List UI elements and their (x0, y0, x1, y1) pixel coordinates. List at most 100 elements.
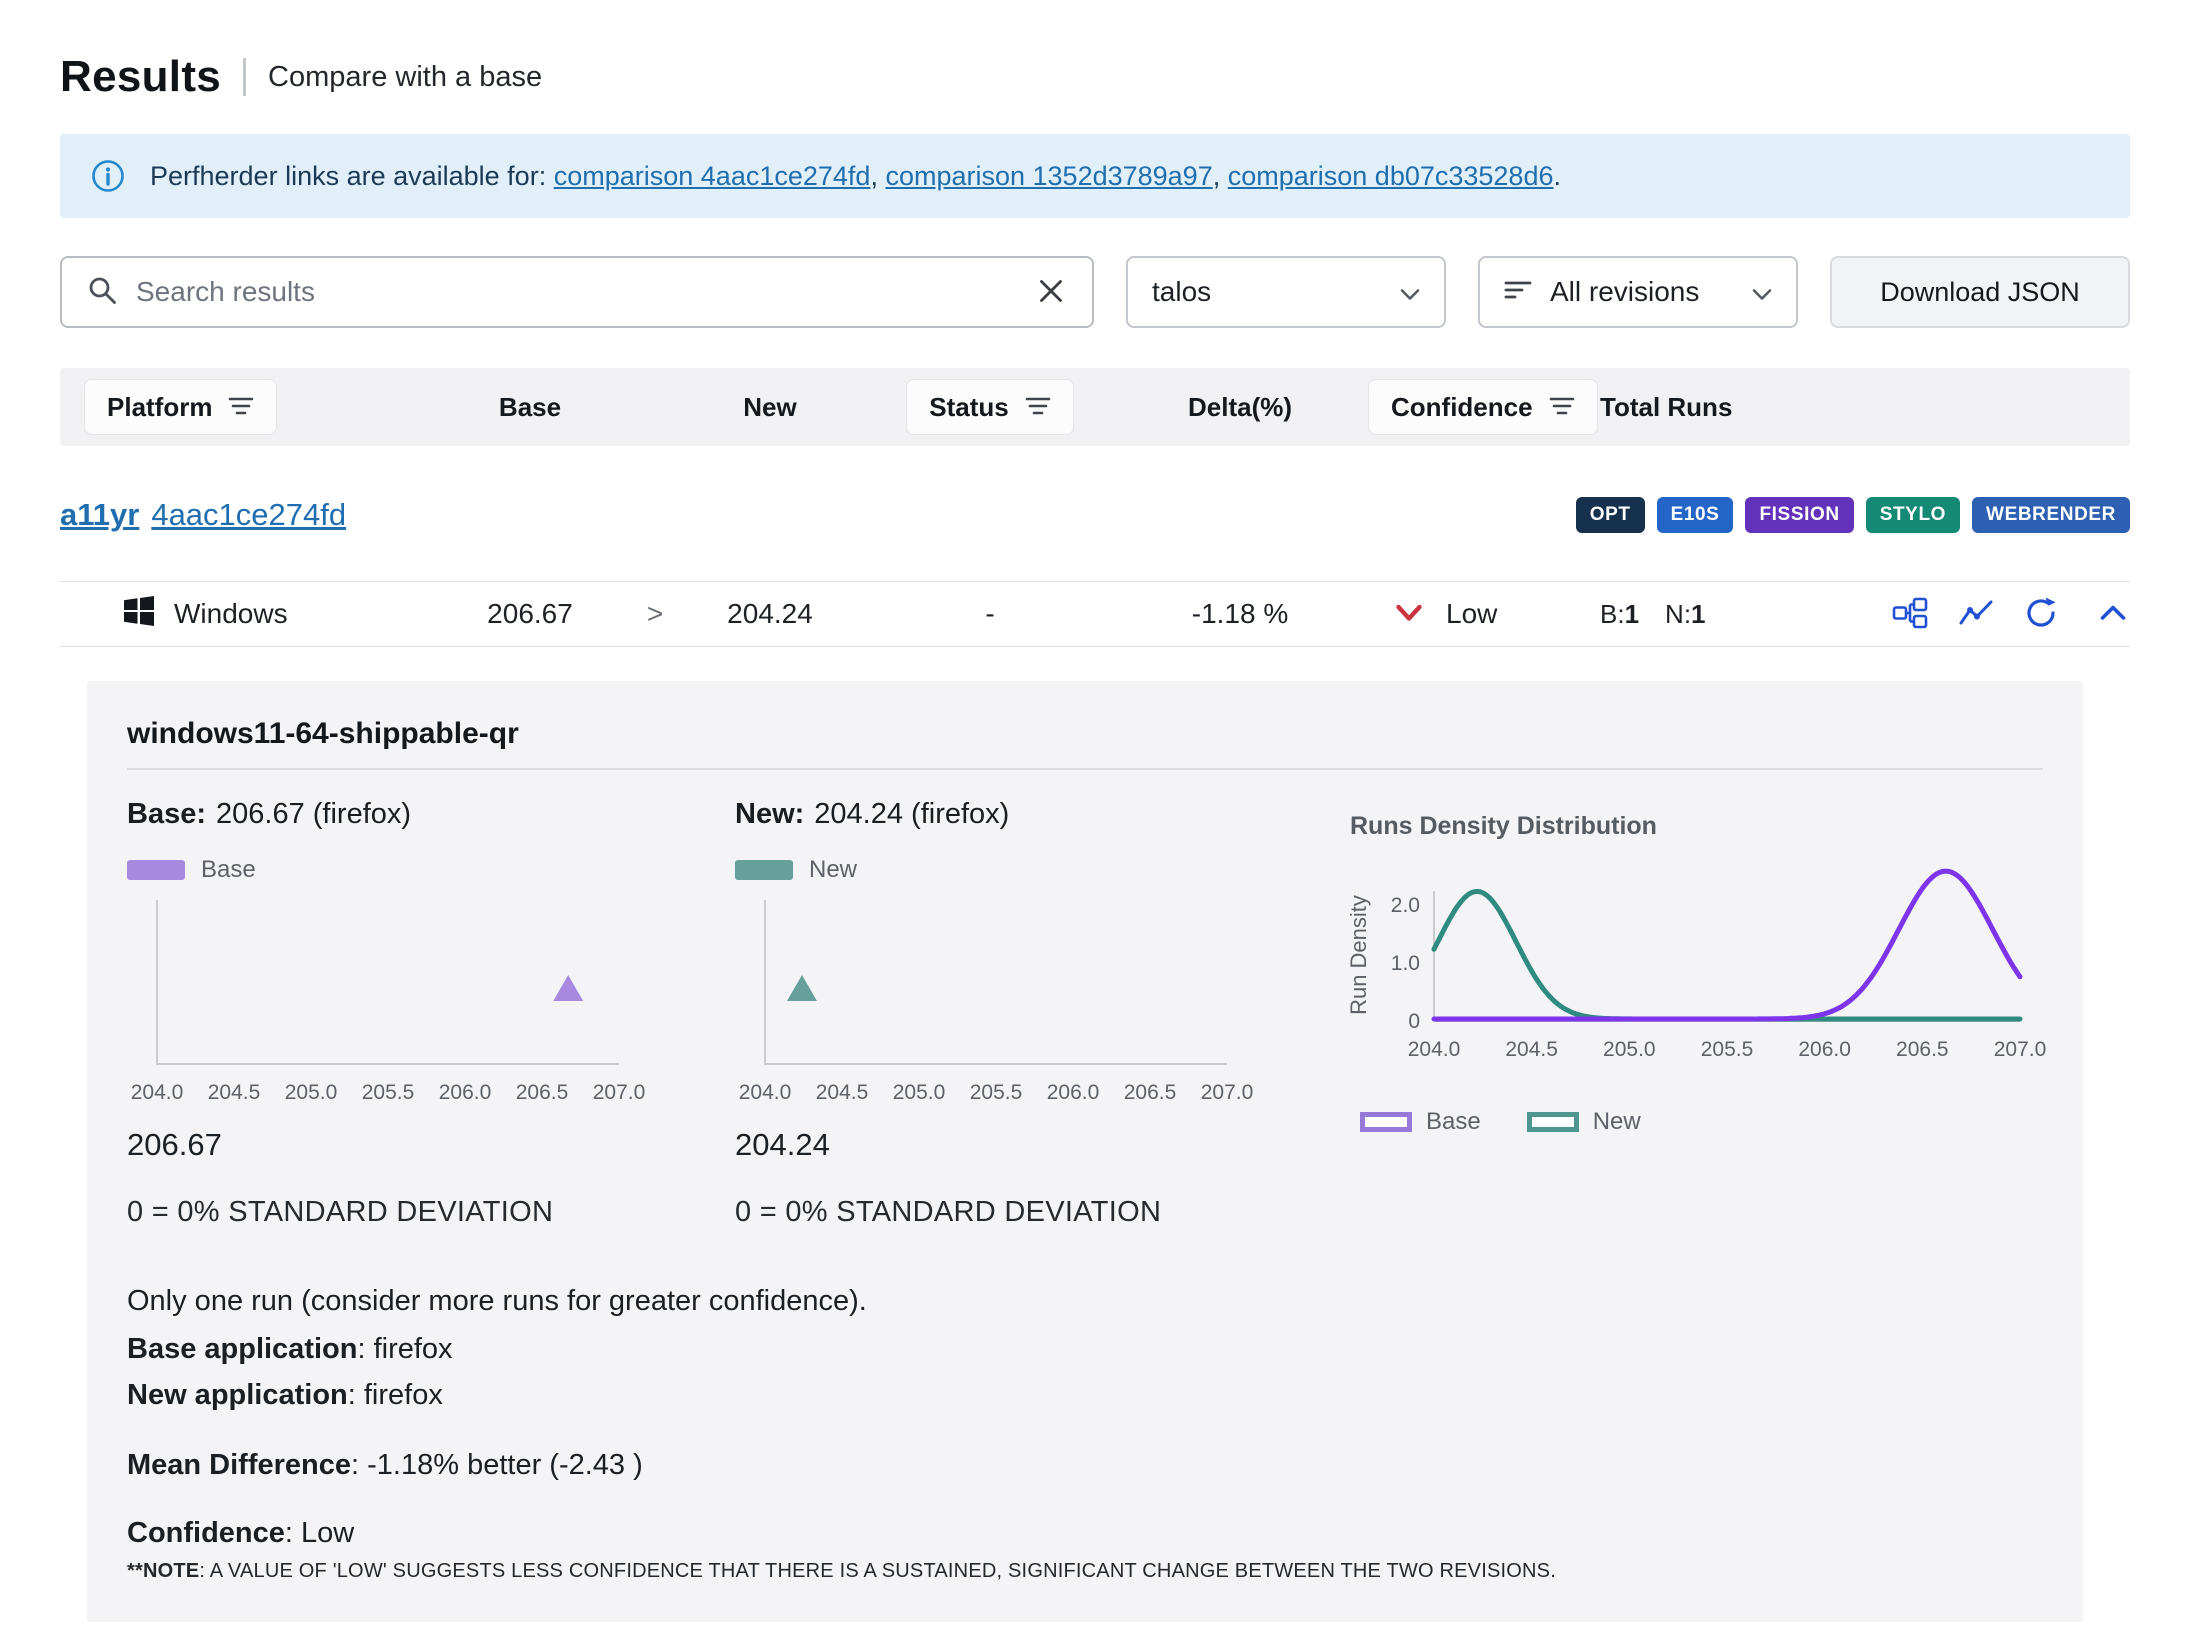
search-box[interactable] (60, 256, 1094, 328)
base-stddev: 0 = 0% STANDARD DEVIATION (127, 1196, 647, 1229)
filter-lines-icon (1504, 276, 1532, 308)
total-runs-header-label: Total Runs (1600, 392, 1732, 423)
show-subtests-button[interactable] (1892, 597, 1928, 632)
regression-chevron-down-icon (1394, 598, 1424, 630)
status-filter-button[interactable]: Status (906, 379, 1073, 435)
platform-result-row: Windows 206.67 > 204.24 - -1.18 % Low B:… (60, 581, 2130, 647)
page-header: Results Compare with a base (60, 0, 2130, 102)
new-summary: New:204.24 (firefox) (735, 798, 1255, 831)
platform-cell: Windows (60, 596, 430, 633)
svg-text:206.0: 206.0 (1798, 1038, 1851, 1061)
revisions-select[interactable]: All revisions (1478, 256, 1798, 328)
svg-text:204.5: 204.5 (208, 1081, 261, 1104)
svg-text:205.0: 205.0 (893, 1081, 946, 1104)
banner-prefix: Perfherder links are available for: (150, 161, 546, 191)
download-json-button[interactable]: Download JSON (1830, 256, 2130, 328)
confidence-header-label: Confidence (1391, 392, 1533, 423)
confidence-filter-button[interactable]: Confidence (1368, 379, 1598, 435)
test-name: windows11-64-shippable-qr (127, 717, 2043, 751)
comparison-link-2[interactable]: comparison 1352d3789a97 (885, 161, 1212, 191)
banner-separator: , (1213, 161, 1228, 191)
badge-fission: FISSION (1745, 497, 1853, 533)
title-divider (243, 58, 246, 96)
suite-revision-link[interactable]: 4aac1ce274fd (151, 497, 346, 532)
new-runs: N:1 (1665, 599, 1705, 630)
chevron-down-icon (1400, 276, 1420, 308)
new-distribution-block: New:204.24 (firefox) New 204.0 204.5 205.0… (735, 798, 1255, 1229)
new-legend-label: New (809, 856, 857, 884)
base-value: 206.67 (487, 598, 573, 630)
chevron-down-icon (1752, 276, 1772, 308)
confidence-line: Confidence: Low (127, 1515, 2043, 1551)
svg-text:206.0: 206.0 (1047, 1081, 1100, 1104)
base-application-line: Base application: firefox (127, 1331, 2043, 1367)
svg-text:205.0: 205.0 (285, 1081, 338, 1104)
suite-name-link[interactable]: a11yr (60, 497, 139, 532)
density-new-label: New (1593, 1108, 1641, 1136)
svg-text:207.0: 207.0 (1201, 1081, 1254, 1104)
suite-links: a11yr 4aac1ce274fd (60, 497, 346, 533)
base-header-label: Base (499, 392, 561, 423)
density-chart: 01.02.0Run Density204.0204.5205.0205.520… (1350, 849, 2050, 1064)
delta-header-label: Delta(%) (1188, 392, 1292, 423)
mean-difference-line: Mean Difference: -1.18% better (-2.43 ) (127, 1447, 2043, 1483)
svg-text:204.5: 204.5 (1505, 1038, 1558, 1061)
filter-icon (228, 392, 254, 423)
svg-text:0: 0 (1408, 1010, 1420, 1033)
new-distribution-chart: 204.0204.5205.0205.5206.0206.5207.0 (735, 892, 1255, 1107)
base-distribution-block: Base:206.67 (firefox) Base 204.0 204.5 205… (127, 798, 647, 1229)
perfherder-links-banner: Perfherder links are available for: comp… (60, 134, 2130, 218)
svg-text:205.5: 205.5 (1701, 1038, 1754, 1061)
svg-text:205.5: 205.5 (362, 1081, 415, 1104)
svg-text:206.5: 206.5 (516, 1081, 569, 1104)
base-distribution-chart: 204.0204.5205.0205.5206.0206.5207.0 (127, 892, 647, 1107)
graph-link-button[interactable] (1958, 598, 1994, 631)
suite-badges: OPT E10S FISSION STYLO WEBRENDER (1576, 497, 2130, 533)
subtests-tree-icon (1892, 597, 1928, 632)
clear-search-button[interactable] (1034, 274, 1068, 311)
badge-e10s: E10S (1657, 497, 1734, 533)
svg-text:Run Density: Run Density (1350, 895, 1371, 1015)
density-legend-base: Base (1360, 1108, 1481, 1136)
svg-text:2.0: 2.0 (1391, 894, 1420, 917)
platform-filter-button[interactable]: Platform (84, 379, 277, 435)
total-runs-cell: B:1 N:1 (1600, 599, 1840, 630)
page-subtitle: Compare with a base (268, 61, 542, 94)
badge-stylo: STYLO (1866, 497, 1960, 533)
new-stddev: 0 = 0% STANDARD DEVIATION (735, 1196, 1255, 1229)
refresh-icon (2024, 596, 2058, 633)
new-value: 204.24 (727, 598, 813, 630)
test-detail-panel: windows11-64-shippable-qr Base:206.67 (f… (87, 681, 2083, 1622)
windows-logo-icon (124, 596, 154, 633)
banner-period: . (1553, 161, 1561, 191)
collapse-row-button[interactable] (2098, 603, 2128, 625)
base-legend: Base (127, 856, 647, 884)
badge-webrender: WEBRENDER (1972, 497, 2130, 533)
comparison-link-3[interactable]: comparison db07c33528d6 (1228, 161, 1554, 191)
base-summary: Base:206.67 (firefox) (127, 798, 647, 831)
comparison-link-1[interactable]: comparison 4aac1ce274fd (554, 161, 871, 191)
new-legend-swatch (735, 860, 793, 880)
new-application-line: New application: firefox (127, 1377, 2043, 1413)
status-value: - (985, 598, 994, 630)
suite-row: a11yr 4aac1ce274fd OPT E10S FISSION STYLO… (60, 497, 2130, 533)
delta-value: -1.18 % (1192, 598, 1289, 630)
search-input[interactable] (136, 276, 1016, 308)
svg-text:204.5: 204.5 (816, 1081, 869, 1104)
framework-selected-value: talos (1152, 276, 1382, 308)
results-table-header: Platform Base New Status Delta(%) Confid… (60, 368, 2130, 446)
platform-header-label: Platform (107, 392, 212, 423)
svg-text:206.5: 206.5 (1896, 1038, 1949, 1061)
retrigger-button[interactable] (2024, 596, 2058, 633)
framework-select[interactable]: talos (1126, 256, 1446, 328)
svg-text:204.0: 204.0 (739, 1081, 792, 1104)
svg-text:204.0: 204.0 (1408, 1038, 1461, 1061)
page-title: Results (60, 52, 221, 102)
panel-divider (127, 768, 2043, 770)
base-runs: B:1 (1600, 599, 1639, 630)
confidence-cell: Low (1360, 598, 1600, 630)
density-new-swatch (1527, 1112, 1579, 1132)
platform-name: Windows (174, 598, 288, 630)
svg-text:204.0: 204.0 (131, 1081, 184, 1104)
chevron-up-icon (2098, 603, 2128, 625)
